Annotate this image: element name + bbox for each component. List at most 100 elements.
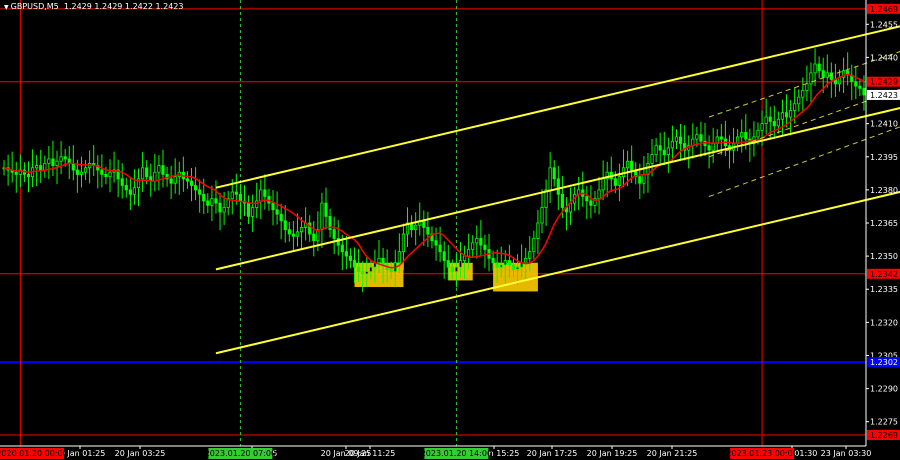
- candle-body: [829, 72, 833, 80]
- price-level-tag-label: 1.2342: [870, 270, 898, 279]
- candle-body: [279, 213, 283, 222]
- candle-body: [817, 63, 821, 72]
- candle-body: [193, 185, 198, 191]
- candle-body: [124, 185, 128, 191]
- candle-body: [71, 162, 75, 171]
- candle-body: [483, 244, 487, 250]
- price-level-tag-label: 1.2423: [870, 91, 898, 100]
- candle-body: [462, 255, 467, 261]
- candle-body: [75, 169, 79, 175]
- candle-body: [246, 202, 251, 217]
- candle-body: [397, 251, 401, 264]
- candle-body: [361, 271, 365, 275]
- candle-body: [173, 176, 177, 184]
- time-tick-label: 23 Jan 03:30: [821, 449, 872, 458]
- candle-body: [772, 121, 776, 127]
- price-level-tag-label: 1.2302: [870, 358, 898, 367]
- candle-body: [438, 244, 442, 253]
- price-tick-label: 1.2290: [870, 385, 898, 394]
- candle-body: [26, 174, 31, 178]
- candle-body: [446, 260, 450, 268]
- candle-body: [642, 174, 646, 184]
- chart-header: ▼ GBPUSD,M5 1.2429 1.2429 1.2422 1.2423: [4, 2, 183, 11]
- candle-body: [793, 103, 797, 111]
- candle-body: [617, 176, 622, 186]
- price-level-tag-label: 1.2269: [870, 431, 898, 440]
- candle-body: [340, 244, 344, 253]
- candle-body: [153, 171, 157, 182]
- candle-body: [776, 118, 780, 127]
- candle-body: [365, 271, 369, 275]
- candle-body: [145, 167, 149, 178]
- price-tick-label: 1.2365: [870, 219, 898, 228]
- candle-body: [625, 160, 630, 169]
- candle-body: [821, 70, 825, 78]
- candle-body: [495, 262, 499, 268]
- candle-body: [189, 180, 194, 186]
- price-tick-label: 1.2275: [870, 418, 898, 427]
- candle-body: [120, 178, 124, 186]
- price-tick-label: 1.2440: [870, 53, 898, 62]
- candle-body: [784, 112, 789, 118]
- candle-body: [198, 189, 202, 195]
- price-level-tag-label: 1.2429: [870, 78, 898, 87]
- candle-body: [503, 260, 507, 266]
- candle-body: [63, 156, 67, 160]
- candle-body: [658, 145, 662, 151]
- candle-body: [79, 171, 84, 175]
- price-tick-label: 1.2350: [870, 252, 898, 261]
- time-tick-label: 20 Jan 19:25: [587, 449, 638, 458]
- candle-body: [55, 160, 59, 166]
- time-highlight-label: 2023.01.23 00:00: [726, 449, 797, 458]
- candle-body: [381, 257, 385, 266]
- candle-body: [39, 165, 43, 171]
- candle-body: [613, 178, 617, 186]
- candle-body: [222, 207, 226, 213]
- candle-body: [854, 81, 858, 87]
- candle-body: [352, 260, 357, 268]
- candle-body: [259, 189, 263, 202]
- candle-body: [499, 264, 503, 268]
- candle-body: [47, 158, 51, 164]
- candle-body: [434, 240, 438, 246]
- candle-body: [597, 189, 601, 200]
- candle-body: [760, 123, 764, 131]
- candle-body: [14, 171, 18, 175]
- candle-body: [662, 149, 666, 155]
- candle-body: [450, 266, 454, 272]
- candle-body: [51, 158, 55, 166]
- candle-body: [401, 233, 406, 253]
- candle-body: [507, 260, 511, 266]
- candle-body: [797, 96, 801, 105]
- candle-body: [491, 257, 495, 264]
- candle-body: [320, 202, 324, 231]
- candle-body: [638, 176, 642, 184]
- candle-body: [780, 112, 785, 120]
- candle-body: [650, 154, 654, 164]
- candle-body: [630, 160, 634, 171]
- candle-body: [348, 255, 353, 261]
- candle-body: [515, 266, 520, 270]
- candle-body: [202, 193, 206, 202]
- candle-body: [768, 116, 772, 122]
- candle-body: [263, 189, 267, 197]
- candle-body: [528, 251, 532, 259]
- candle-body: [332, 229, 336, 239]
- candle-body: [678, 136, 683, 144]
- candle-body: [128, 189, 132, 195]
- symbol-triangle-icon: ▼: [4, 4, 9, 11]
- candle-body: [442, 251, 446, 261]
- candle-body: [283, 220, 287, 231]
- candle-body: [275, 209, 279, 215]
- candle-body: [132, 187, 137, 195]
- price-chart[interactable]: 1.2455 1.2440 1.2410 1.2395 1.2380 1.2365 1.23…: [0, 0, 900, 460]
- candle-body: [740, 132, 744, 138]
- time-tick-label: 20 Jan 21:25: [647, 449, 698, 458]
- candle-body: [141, 167, 145, 180]
- candle-body: [214, 198, 218, 204]
- candle-body: [271, 202, 275, 211]
- candle-body: [287, 229, 291, 235]
- candle-body: [858, 85, 862, 89]
- candle-body: [218, 202, 222, 213]
- candle-body: [230, 191, 234, 200]
